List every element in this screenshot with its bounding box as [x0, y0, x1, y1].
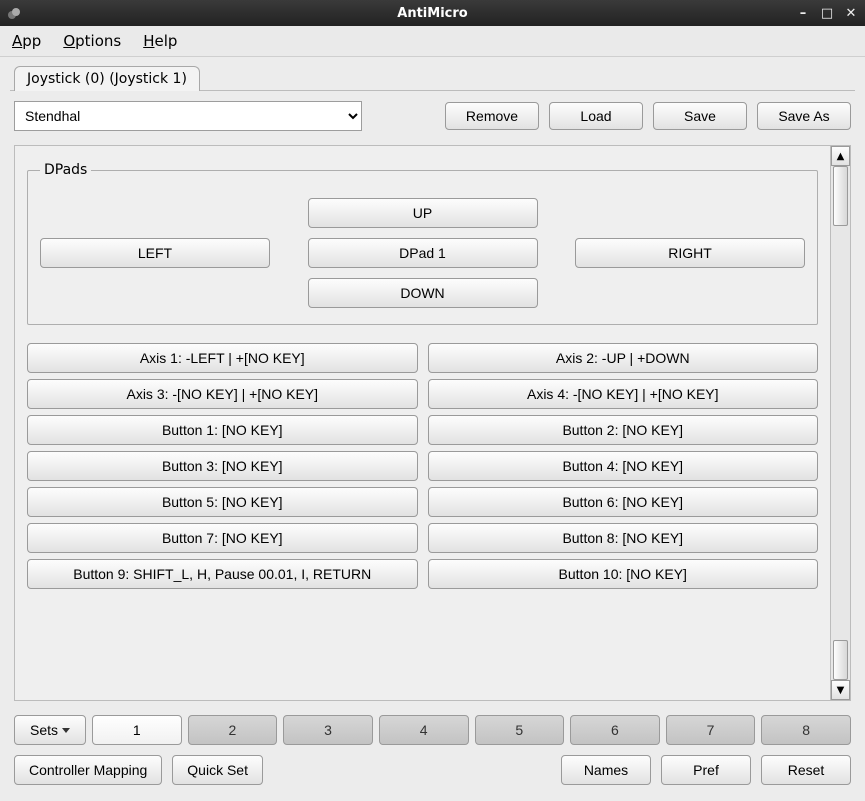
dpad-center-button[interactable]: DPad 1	[308, 238, 538, 268]
close-button[interactable]: ✕	[843, 5, 859, 21]
vertical-scrollbar[interactable]: ▲ ▼	[830, 146, 850, 700]
bindings-content: DPads UP LEFT DPad 1	[15, 146, 830, 700]
binding-button-6[interactable]: Button 6: [NO KEY]	[428, 487, 819, 517]
menubar: App Options Help	[0, 26, 865, 57]
bindings-scroll-area: DPads UP LEFT DPad 1	[14, 145, 851, 701]
scroll-track[interactable]	[831, 166, 850, 680]
save-as-button[interactable]: Save As	[757, 102, 851, 130]
save-button[interactable]: Save	[653, 102, 747, 130]
tab-joystick-0[interactable]: Joystick (0) (Joystick 1)	[14, 66, 200, 91]
dpad-down-button[interactable]: DOWN	[308, 278, 538, 308]
dpad-grid: UP LEFT DPad 1 RIGHT	[40, 198, 805, 308]
binding-button-10[interactable]: Button 10: [NO KEY]	[428, 559, 819, 589]
remove-button[interactable]: Remove	[445, 102, 539, 130]
scroll-thumb-bottom[interactable]	[833, 640, 848, 680]
scroll-thumb-top[interactable]	[833, 166, 848, 226]
scroll-up-arrow[interactable]: ▲	[831, 146, 850, 166]
binding-button-5[interactable]: Button 5: [NO KEY]	[27, 487, 418, 517]
set-1-button[interactable]: 1	[92, 715, 182, 745]
binding-axis-2[interactable]: Axis 2: -UP | +DOWN	[428, 343, 819, 373]
set-3-button[interactable]: 3	[283, 715, 373, 745]
dpads-fieldset: DPads UP LEFT DPad 1	[27, 162, 818, 325]
window-controls: – □ ✕	[795, 5, 859, 21]
set-6-button[interactable]: 6	[570, 715, 660, 745]
reset-button[interactable]: Reset	[761, 755, 851, 785]
binding-button-2[interactable]: Button 2: [NO KEY]	[428, 415, 819, 445]
set-2-button[interactable]: 2	[188, 715, 278, 745]
menu-app[interactable]: App	[10, 30, 43, 52]
dpad-up-button[interactable]: UP	[308, 198, 538, 228]
menu-help-rest: elp	[154, 32, 177, 50]
dpads-legend: DPads	[40, 162, 91, 178]
titlebar: AntiMicro – □ ✕	[0, 0, 865, 26]
sets-dropdown-button[interactable]: Sets	[14, 715, 86, 745]
controller-mapping-button[interactable]: Controller Mapping	[14, 755, 162, 785]
dpad-right-button[interactable]: RIGHT	[575, 238, 805, 268]
minimize-button[interactable]: –	[795, 5, 811, 21]
tab-page: Stendhal Remove Load Save Save As DPads …	[10, 90, 855, 791]
binding-axis-4[interactable]: Axis 4: -[NO KEY] | +[NO KEY]	[428, 379, 819, 409]
binding-button-1[interactable]: Button 1: [NO KEY]	[27, 415, 418, 445]
set-8-button[interactable]: 8	[761, 715, 851, 745]
menu-options-rest: ptions	[75, 32, 121, 50]
footer-row: Controller Mapping Quick Set Names Pref …	[14, 755, 851, 785]
menu-options[interactable]: Options	[61, 30, 123, 52]
scroll-down-arrow[interactable]: ▼	[831, 680, 850, 700]
sets-row: Sets 1 2 3 4 5 6 7 8	[14, 715, 851, 745]
set-4-button[interactable]: 4	[379, 715, 469, 745]
client-area: Joystick (0) (Joystick 1) Stendhal Remov…	[0, 57, 865, 801]
names-button[interactable]: Names	[561, 755, 651, 785]
binding-button-7[interactable]: Button 7: [NO KEY]	[27, 523, 418, 553]
bottom-rows: Sets 1 2 3 4 5 6 7 8 Controller Mapping …	[14, 715, 851, 785]
bindings-grid: Axis 1: -LEFT | +[NO KEY] Axis 2: -UP | …	[27, 343, 818, 589]
tabbar: Joystick (0) (Joystick 1)	[10, 65, 855, 90]
binding-button-8[interactable]: Button 8: [NO KEY]	[428, 523, 819, 553]
binding-button-4[interactable]: Button 4: [NO KEY]	[428, 451, 819, 481]
load-button[interactable]: Load	[549, 102, 643, 130]
chevron-down-icon	[62, 728, 70, 733]
binding-button-9[interactable]: Button 9: SHIFT_L, H, Pause 00.01, I, RE…	[27, 559, 418, 589]
sets-label: Sets	[30, 722, 58, 738]
pref-button[interactable]: Pref	[661, 755, 751, 785]
maximize-button[interactable]: □	[819, 5, 835, 21]
dpad-left-button[interactable]: LEFT	[40, 238, 270, 268]
set-5-button[interactable]: 5	[475, 715, 565, 745]
set-7-button[interactable]: 7	[666, 715, 756, 745]
binding-axis-3[interactable]: Axis 3: -[NO KEY] | +[NO KEY]	[27, 379, 418, 409]
app-icon	[6, 5, 22, 21]
quick-set-button[interactable]: Quick Set	[172, 755, 263, 785]
profile-select[interactable]: Stendhal	[14, 101, 362, 131]
binding-button-3[interactable]: Button 3: [NO KEY]	[27, 451, 418, 481]
menu-help[interactable]: Help	[141, 30, 179, 52]
profile-row: Stendhal Remove Load Save Save As	[14, 101, 851, 131]
menu-app-rest: pp	[22, 32, 41, 50]
window-title: AntiMicro	[0, 6, 865, 21]
binding-axis-1[interactable]: Axis 1: -LEFT | +[NO KEY]	[27, 343, 418, 373]
